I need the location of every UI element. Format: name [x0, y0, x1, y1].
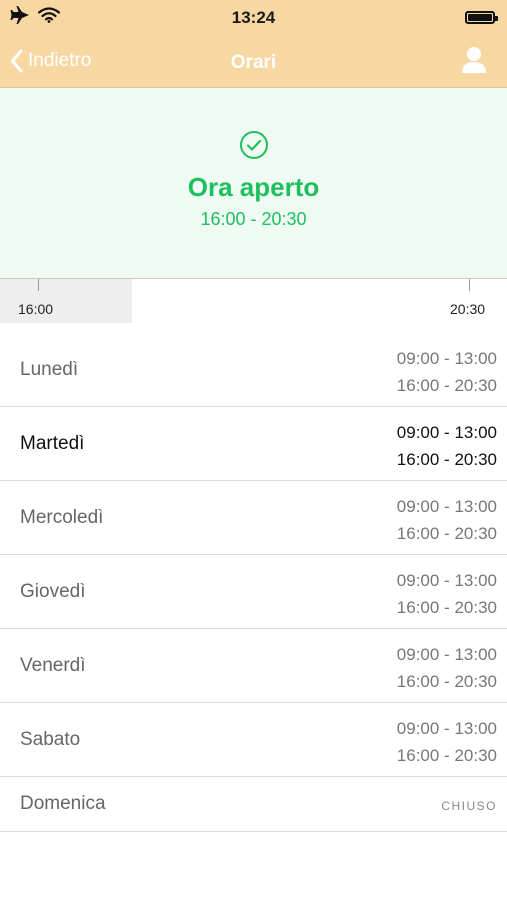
hours-timeline: 16:00 20:30	[0, 279, 507, 323]
hours-morning: 09:00 - 13:00	[396, 571, 497, 590]
status-time: 13:24	[231, 8, 276, 27]
page-title: Orari	[230, 52, 277, 73]
day-hours: 09:00 - 13:00 16:00 - 20:30	[397, 493, 497, 547]
hours-afternoon: 16:00 - 20:30	[396, 598, 497, 617]
day-name: Lunedì	[20, 359, 79, 380]
open-status-title: Ora aperto	[187, 172, 320, 202]
day-name: Sabato	[20, 729, 81, 750]
day-row-martedi: Martedì 09:00 - 13:00 16:00 - 20:30	[0, 407, 507, 481]
day-hours: 09:00 - 13:00 16:00 - 20:30	[397, 715, 497, 769]
day-row-mercoledi: Mercoledì 09:00 - 13:00 16:00 - 20:30	[0, 481, 507, 555]
day-name: Domenica	[20, 793, 106, 814]
day-hours: 09:00 - 13:00 16:00 - 20:30	[397, 567, 497, 621]
day-hours: 09:00 - 13:00 16:00 - 20:30	[397, 419, 497, 473]
day-name: Giovedì	[20, 581, 86, 602]
hours-morning: 09:00 - 13:00	[396, 645, 497, 664]
top-bar: 13:24 Indietro Orari	[0, 0, 507, 88]
hours-morning: 09:00 - 13:00	[396, 719, 497, 738]
day-row-giovedi: Giovedì 09:00 - 13:00 16:00 - 20:30	[0, 555, 507, 629]
hours-morning: 09:00 - 13:00	[396, 423, 497, 442]
weekly-schedule: Lunedì 09:00 - 13:00 16:00 - 20:30 Marte…	[0, 333, 507, 832]
timeline-start-tick	[38, 279, 39, 291]
day-name: Venerdì	[20, 655, 86, 676]
profile-button[interactable]	[461, 46, 487, 76]
status-bar: 13:24	[0, 0, 507, 34]
hours-afternoon: 16:00 - 20:30	[396, 746, 497, 765]
day-name: Mercoledì	[20, 507, 104, 528]
hours-afternoon: 16:00 - 20:30	[396, 376, 497, 395]
open-status-hours: 16:00 - 20:30	[200, 209, 307, 229]
navigation-bar: Indietro Orari	[0, 40, 507, 84]
day-hours: 09:00 - 13:00 16:00 - 20:30	[397, 345, 497, 399]
hours-afternoon: 16:00 - 20:30	[396, 524, 497, 543]
check-circle-icon	[240, 131, 268, 159]
battery-icon	[465, 11, 498, 24]
day-row-domenica: Domenica CHIUSO	[0, 777, 507, 832]
closed-label: CHIUSO	[441, 799, 497, 813]
hours-morning: 09:00 - 13:00	[396, 497, 497, 516]
day-row-sabato: Sabato 09:00 - 13:00 16:00 - 20:30	[0, 703, 507, 777]
day-name: Martedì	[20, 433, 85, 454]
timeline-start-label: 16:00	[18, 301, 54, 317]
hours-morning: 09:00 - 13:00	[396, 349, 497, 368]
hours-afternoon: 16:00 - 20:30	[396, 450, 497, 469]
day-row-lunedi: Lunedì 09:00 - 13:00 16:00 - 20:30	[0, 333, 507, 407]
timeline-end-label: 20:30	[450, 301, 486, 317]
profile-icon	[462, 47, 486, 73]
timeline-end-tick	[469, 279, 470, 291]
hours-afternoon: 16:00 - 20:30	[396, 672, 497, 691]
day-row-venerdi: Venerdì 09:00 - 13:00 16:00 - 20:30	[0, 629, 507, 703]
day-hours: 09:00 - 13:00 16:00 - 20:30	[397, 641, 497, 695]
